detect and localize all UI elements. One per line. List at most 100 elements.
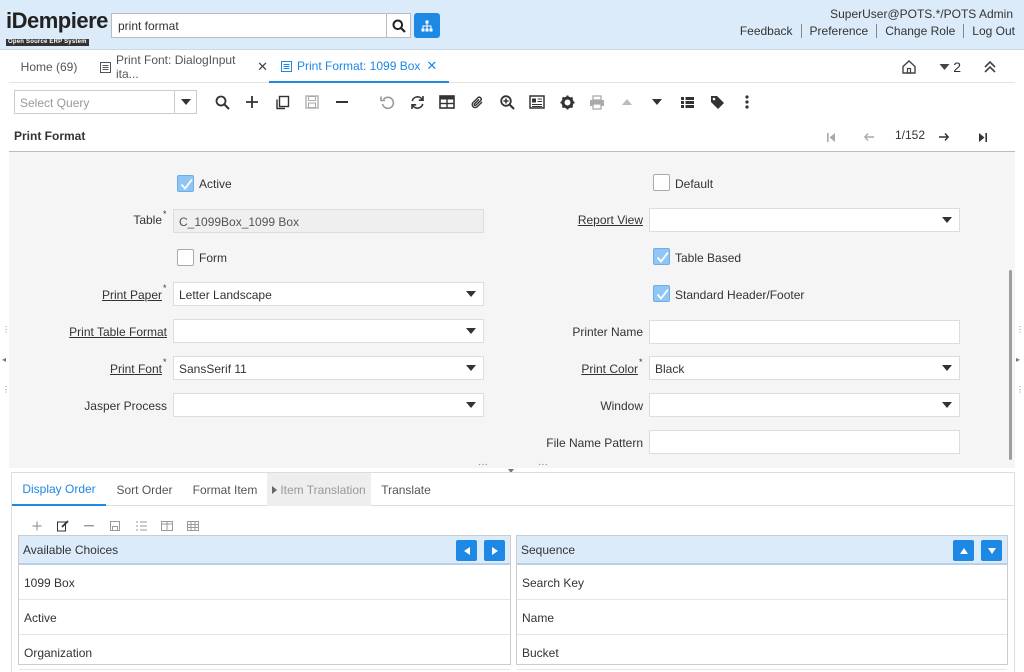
move-up-button[interactable] (953, 540, 974, 561)
preference-link[interactable]: Preference (810, 24, 869, 38)
logo-text: iDempiere (6, 8, 108, 33)
close-icon[interactable]: ✕ (257, 59, 268, 75)
file-name-pattern-input[interactable] (649, 430, 960, 454)
tab-format-item[interactable]: Format Item (183, 473, 267, 506)
tab-print-font[interactable]: Print Font: DialogInput ita... ✕ (100, 51, 268, 83)
right-drag-handle[interactable]: ⋮ (1016, 325, 1024, 334)
list-item[interactable]: Name (517, 600, 1007, 635)
table-field[interactable]: C_1099Box_1099 Box (173, 209, 484, 233)
customize-icon[interactable] (128, 518, 154, 534)
new-record-icon[interactable] (244, 94, 260, 110)
change-role-link[interactable]: Change Role (885, 24, 955, 38)
chevron-down-icon[interactable] (174, 91, 196, 113)
chevron-down-icon[interactable] (459, 283, 483, 305)
report-view-label[interactable]: Report View (578, 213, 643, 227)
report-icon[interactable] (529, 94, 545, 110)
left-collapse-icon[interactable]: ◂ (2, 355, 6, 364)
feedback-link[interactable]: Feedback (740, 24, 793, 38)
right-collapse-icon[interactable]: ▸ (1016, 355, 1020, 364)
search-button[interactable] (386, 13, 411, 38)
next-record-icon[interactable] (649, 94, 665, 110)
list-header: Sequence (517, 536, 1007, 565)
jasper-process-select[interactable] (173, 393, 484, 417)
left-drag-handle[interactable]: ⋮ (2, 385, 10, 394)
chevron-down-icon[interactable] (935, 357, 959, 379)
list-item[interactable]: Bucket (517, 635, 1007, 670)
previous-arrow-icon[interactable] (862, 130, 876, 144)
list-item[interactable]: 1099 Box (19, 565, 510, 600)
idempiere-logo[interactable]: iDempiere Open Source ERP System (6, 8, 108, 46)
delete-icon[interactable] (334, 94, 350, 110)
default-checkbox[interactable] (653, 174, 670, 191)
chevron-down-icon[interactable] (935, 394, 959, 416)
select-query-dropdown[interactable]: Select Query (14, 90, 197, 114)
split-view-icon[interactable] (154, 518, 180, 534)
report-view-select[interactable] (649, 208, 960, 232)
right-drag-handle[interactable]: ⋮ (1016, 385, 1024, 394)
more-icon[interactable] (739, 94, 755, 110)
zoom-icon[interactable] (499, 94, 515, 110)
sitemap-icon (421, 20, 433, 31)
print-font-label[interactable]: Print Font (110, 362, 162, 376)
next-arrow-icon[interactable] (937, 130, 951, 144)
logout-link[interactable]: Log Out (972, 24, 1015, 38)
print-icon[interactable] (589, 94, 605, 110)
sitemap-button[interactable] (414, 13, 440, 38)
chevron-down-icon[interactable] (935, 209, 959, 231)
collapse-icon[interactable] (983, 60, 997, 74)
home-icon[interactable] (901, 59, 917, 75)
refresh-icon[interactable] (409, 94, 425, 110)
copy-record-icon[interactable] (274, 94, 290, 110)
menu-search-input[interactable]: print format (111, 13, 387, 38)
tag-icon[interactable] (709, 94, 725, 110)
first-record-icon[interactable] (824, 130, 838, 144)
search-icon[interactable] (214, 94, 230, 110)
attachment-icon[interactable] (469, 94, 485, 110)
print-table-format-select[interactable] (173, 319, 484, 343)
tab-item-translation[interactable]: Item Translation (267, 473, 371, 506)
print-color-label[interactable]: Print Color (581, 362, 638, 376)
process-icon[interactable] (559, 94, 575, 110)
left-drag-handle[interactable]: ⋮ (2, 325, 10, 334)
tab-home[interactable]: Home (69) (9, 51, 89, 83)
print-font-select[interactable]: SansSerif 11 (173, 356, 484, 380)
window-select[interactable] (649, 393, 960, 417)
print-table-format-label[interactable]: Print Table Format (69, 325, 167, 339)
list-item[interactable]: Organization (19, 635, 510, 670)
list-item[interactable]: Search Key (517, 565, 1007, 600)
move-left-button[interactable] (456, 540, 477, 561)
move-down-button[interactable] (981, 540, 1002, 561)
chevron-down-icon[interactable] (459, 357, 483, 379)
window-list-dropdown[interactable]: 2 (939, 59, 961, 75)
chevron-down-icon[interactable] (459, 320, 483, 342)
new-icon[interactable] (24, 518, 50, 534)
list-item[interactable]: Active (19, 600, 510, 635)
print-color-select[interactable]: Black (649, 356, 960, 380)
print-paper-label[interactable]: Print Paper (102, 288, 162, 302)
table-based-checkbox[interactable] (653, 248, 670, 265)
save-icon[interactable] (102, 518, 128, 534)
print-paper-select[interactable]: Letter Landscape (173, 282, 484, 306)
close-icon[interactable]: ✕ (426, 58, 437, 74)
save-icon[interactable] (304, 94, 320, 110)
active-checkbox[interactable] (177, 175, 194, 192)
undo-icon[interactable] (379, 94, 395, 110)
user-info[interactable]: SuperUser@POTS.*/POTS Admin (830, 7, 1013, 21)
printer-name-input[interactable] (649, 320, 960, 344)
chevron-down-icon[interactable] (459, 394, 483, 416)
standard-header-footer-checkbox[interactable] (653, 285, 670, 302)
delete-icon[interactable] (76, 518, 102, 534)
previous-record-icon[interactable] (619, 94, 635, 110)
detail-list-icon[interactable] (679, 94, 695, 110)
tab-translate[interactable]: Translate (371, 473, 441, 506)
move-right-button[interactable] (484, 540, 505, 561)
tab-display-order[interactable]: Display Order (12, 473, 106, 506)
grid-toggle-icon[interactable] (439, 94, 455, 110)
form-checkbox[interactable] (177, 249, 194, 266)
tab-print-format[interactable]: Print Format: 1099 Box ✕ (269, 51, 450, 83)
last-record-icon[interactable] (976, 130, 990, 144)
tab-sort-order[interactable]: Sort Order (106, 473, 183, 506)
grid-icon[interactable] (180, 518, 206, 534)
form-scrollbar[interactable] (1009, 270, 1012, 460)
edit-icon[interactable] (50, 518, 76, 534)
